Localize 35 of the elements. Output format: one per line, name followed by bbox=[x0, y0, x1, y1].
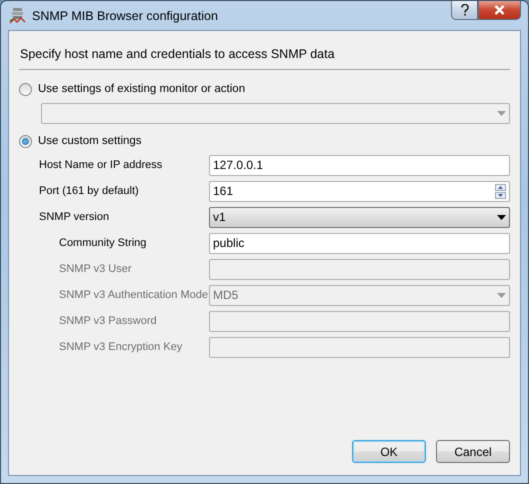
field-label: SNMP version bbox=[39, 211, 110, 223]
field-label: SNMP v3 Encryption Key bbox=[59, 341, 184, 353]
dropdown-caret-icon bbox=[497, 111, 506, 116]
dropdown-caret-icon bbox=[497, 214, 506, 220]
dropdown[interactable]: v1 bbox=[209, 206, 510, 228]
help-icon bbox=[460, 4, 468, 16]
input-field[interactable]: 127.0.0.1 bbox=[209, 154, 510, 176]
window-title: SNMP MIB Browser configuration bbox=[32, 8, 219, 22]
radio-option[interactable]: Use settings of existing monitor or action bbox=[19, 78, 510, 100]
cancel-button[interactable]: Cancel bbox=[436, 440, 510, 463]
spin-field[interactable]: 161 bbox=[209, 180, 510, 202]
app-icon bbox=[9, 7, 26, 24]
field-label: Host Name or IP address bbox=[39, 159, 164, 171]
field-label: Port (161 by default) bbox=[39, 185, 140, 197]
section-heading: Specify host name and credentials to access SNMP data bbox=[19, 41, 510, 70]
radio-label: Use custom settings bbox=[38, 135, 142, 147]
radio-icon[interactable] bbox=[19, 82, 32, 96]
field-label: SNMP v3 Authentication Mode bbox=[59, 289, 209, 301]
field-label: Community String bbox=[59, 237, 148, 249]
close-button[interactable] bbox=[478, 1, 521, 20]
radio-icon[interactable] bbox=[19, 134, 32, 148]
ok-button[interactable]: OK bbox=[352, 440, 426, 463]
dropdown-caret-icon bbox=[497, 292, 506, 298]
input-field[interactable] bbox=[209, 258, 510, 280]
help-button[interactable] bbox=[451, 1, 478, 20]
close-icon bbox=[494, 5, 505, 15]
field-label: SNMP v3 User bbox=[59, 263, 133, 275]
spin-down-icon[interactable] bbox=[495, 192, 506, 198]
field-label: SNMP v3 Password bbox=[59, 315, 158, 327]
input-field[interactable]: public bbox=[209, 232, 510, 254]
input-field[interactable] bbox=[209, 336, 510, 358]
spin-up-icon[interactable] bbox=[495, 184, 506, 190]
input-field[interactable] bbox=[209, 310, 510, 332]
radio-option[interactable]: Use custom settings bbox=[19, 130, 510, 152]
radio-label: Use settings of existing monitor or action bbox=[38, 83, 246, 95]
